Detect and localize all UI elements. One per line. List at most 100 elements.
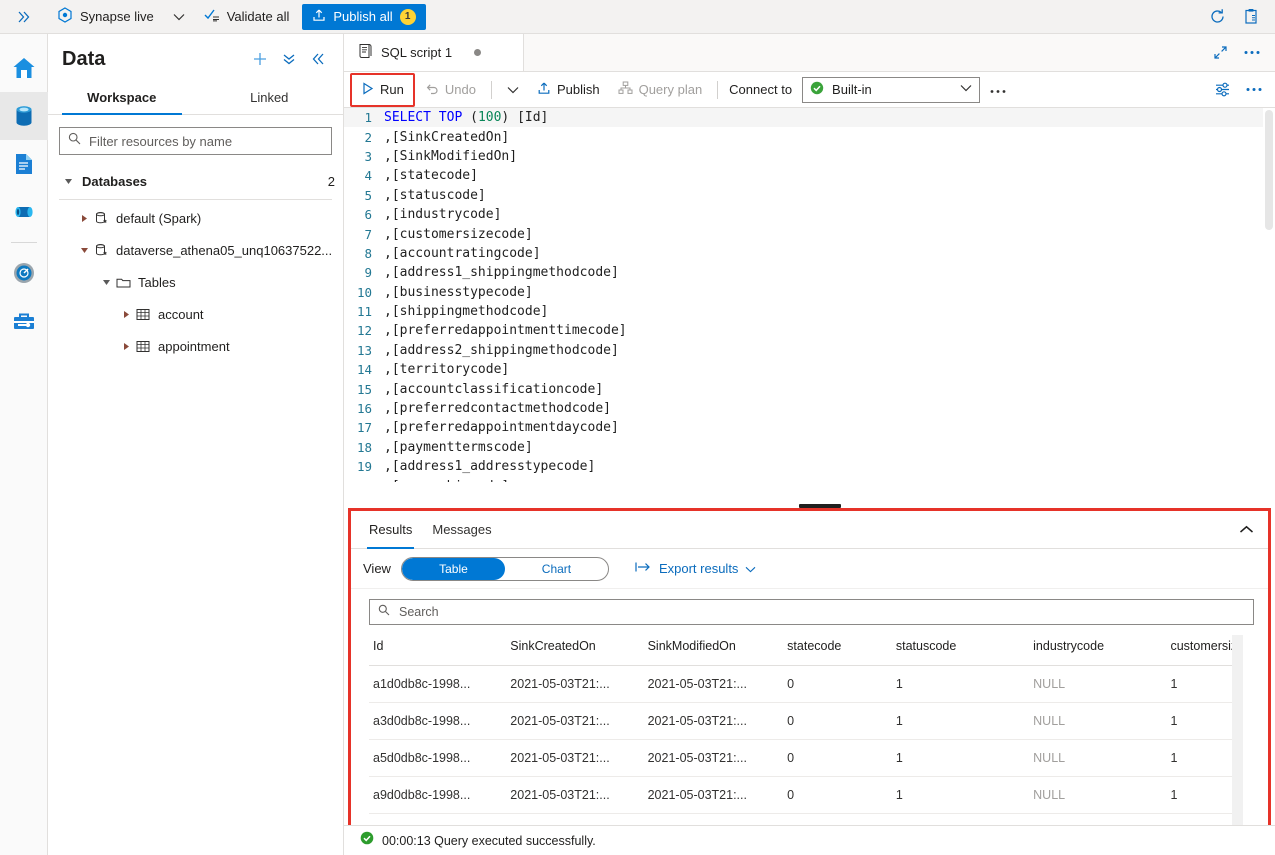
undo-button[interactable]: Undo bbox=[417, 76, 484, 104]
tab-messages[interactable]: Messages bbox=[422, 512, 501, 548]
column-header[interactable]: Id bbox=[369, 635, 507, 666]
undo-dropdown-chevron[interactable] bbox=[499, 76, 527, 104]
table-row[interactable]: a5d0db8c-1998... 2021-05-03T21:... 2021-… bbox=[369, 739, 1243, 777]
code-line: 14 ,[territorycode] bbox=[344, 360, 1275, 379]
chevron-up-icon[interactable] bbox=[1232, 516, 1260, 544]
expand-diagonal-icon[interactable] bbox=[1205, 38, 1235, 68]
validate-all-button[interactable]: Validate all bbox=[195, 0, 299, 34]
table-row[interactable]: a3d0db8c-1998... 2021-05-03T21:... 2021-… bbox=[369, 702, 1243, 740]
filter-resources-input[interactable] bbox=[87, 132, 323, 150]
column-header[interactable]: industrycode bbox=[1029, 635, 1167, 666]
line-number: 8 bbox=[364, 245, 372, 261]
tree-item-label: Tables bbox=[138, 274, 176, 290]
code-line: 9 ,[address1_shippingmethodcode] bbox=[344, 263, 1275, 282]
run-button[interactable]: Run bbox=[353, 76, 412, 104]
synapse-live-mode[interactable]: Synapse live bbox=[48, 0, 163, 34]
toolbox-icon[interactable] bbox=[0, 297, 48, 345]
sliders-icon[interactable] bbox=[1207, 75, 1237, 105]
export-icon bbox=[635, 561, 652, 576]
triangle-expanded-icon bbox=[76, 242, 92, 258]
ellipsis-icon[interactable] bbox=[1237, 38, 1267, 68]
tab-messages-label: Messages bbox=[432, 521, 492, 537]
cell-sinkmodifiedon: 2021-05-03T21:... bbox=[643, 702, 784, 740]
tab-workspace[interactable]: Workspace bbox=[48, 82, 196, 115]
data-panel: Data Workspace Linked Filter resources b… bbox=[48, 34, 344, 855]
view-option-table[interactable]: Table bbox=[401, 557, 505, 580]
code-line: 4 ,[statecode] bbox=[344, 166, 1275, 185]
code-scrollbar-thumb[interactable] bbox=[1265, 110, 1273, 230]
editor-tab-sql-script-1[interactable]: SQL script 1 bbox=[344, 34, 524, 71]
connection-more-button[interactable] bbox=[982, 76, 1014, 104]
results-vertical-scrollbar[interactable] bbox=[1232, 635, 1243, 831]
code-text: ,[SinkCreatedOn] bbox=[384, 129, 510, 145]
code-line: 5 ,[statuscode] bbox=[344, 186, 1275, 205]
code-text: ,[shippingmethodcode] bbox=[384, 304, 549, 320]
tree-group-count: 2 bbox=[327, 173, 335, 189]
chevron-down-icon[interactable] bbox=[163, 0, 195, 34]
chevron-double-right-icon[interactable] bbox=[0, 0, 48, 34]
line-number: 5 bbox=[364, 187, 372, 203]
publish-button[interactable]: Publish bbox=[529, 76, 608, 104]
column-header[interactable]: statuscode bbox=[891, 635, 1030, 666]
gauge-icon[interactable] bbox=[0, 249, 48, 297]
database-icon[interactable] bbox=[0, 92, 48, 140]
code-text: ,[statecode] bbox=[384, 168, 478, 184]
plus-icon[interactable] bbox=[247, 46, 273, 72]
results-search-input[interactable] bbox=[397, 604, 1245, 620]
cell-sinkcreatedon: 2021-05-03T21:... bbox=[506, 739, 644, 777]
column-header[interactable]: SinkModifiedOn bbox=[643, 635, 784, 666]
cell-id: a5d0db8c-1998... bbox=[369, 739, 507, 777]
table-row[interactable]: a9d0db8c-1998... 2021-05-03T21:... 2021-… bbox=[369, 776, 1243, 814]
code-text: ,[SinkModifiedOn] bbox=[384, 148, 518, 164]
table-row[interactable]: a1d0db8c-1998... 2021-05-03T21:... 2021-… bbox=[369, 665, 1243, 703]
document-icon[interactable] bbox=[0, 140, 48, 188]
command-bar-right-actions bbox=[1207, 75, 1269, 105]
code-line: 18 ,[paymenttermscode] bbox=[344, 438, 1275, 457]
filter-resources-field[interactable] bbox=[59, 127, 332, 155]
code-text: ,[address2_shippingmethodcode] bbox=[384, 342, 619, 358]
chevron-double-down-icon[interactable] bbox=[276, 46, 302, 72]
code-line: 8 ,[accountratingcode] bbox=[344, 244, 1275, 263]
tree-group-databases[interactable]: Databases 2 bbox=[48, 165, 343, 197]
cell-sinkcreatedon: 2021-05-03T21:... bbox=[506, 702, 644, 740]
view-option-chart[interactable]: Chart bbox=[505, 558, 608, 580]
tree-item-account[interactable]: account bbox=[48, 298, 343, 330]
cell-sinkmodifiedon: 2021-05-03T21:... bbox=[643, 776, 784, 814]
cell-sinkmodifiedon: 2021-05-03T21:... bbox=[643, 665, 784, 703]
code-text: ,[statuscode] bbox=[384, 187, 486, 203]
chevron-double-left-icon[interactable] bbox=[305, 46, 331, 72]
tab-workspace-label: Workspace bbox=[87, 90, 157, 105]
chevron-down-icon bbox=[745, 561, 756, 576]
tree-item-appointment[interactable]: appointment bbox=[48, 330, 343, 362]
editor-tab-actions bbox=[1205, 34, 1275, 71]
home-icon[interactable] bbox=[0, 44, 48, 92]
refresh-icon[interactable] bbox=[1201, 1, 1233, 33]
status-message: 00:00:13 Query executed successfully. bbox=[382, 833, 596, 848]
tab-results[interactable]: Results bbox=[359, 512, 422, 549]
column-header[interactable]: SinkCreatedOn bbox=[506, 635, 644, 666]
ellipsis-icon[interactable] bbox=[1239, 75, 1269, 105]
results-search-field[interactable] bbox=[369, 599, 1254, 625]
code-text: ,[customersizecode] bbox=[384, 226, 533, 242]
code-text: ,[businesstypecode] bbox=[384, 284, 533, 300]
tab-linked[interactable]: Linked bbox=[196, 82, 344, 114]
cell-id: a1d0db8c-1998... bbox=[369, 665, 507, 703]
code-line: 7 ,[customersizecode] bbox=[344, 224, 1275, 243]
line-number: 2 bbox=[364, 129, 372, 145]
connection-dropdown[interactable]: Built-in bbox=[802, 76, 981, 103]
tree-item-tables-folder[interactable]: Tables bbox=[48, 266, 343, 298]
sql-code-editor[interactable]: 1 SELECT TOP (100) [Id] 2 ,[SinkCreatedOn… bbox=[344, 108, 1275, 482]
editor-tab-strip: SQL script 1 bbox=[344, 34, 1275, 72]
line-number: 6 bbox=[364, 207, 372, 223]
export-results-button[interactable]: Export results bbox=[635, 561, 756, 576]
tree-item-dataverse-db[interactable]: dataverse_athena05_unq10637522... bbox=[48, 234, 343, 266]
clipboard-icon[interactable] bbox=[1235, 1, 1267, 33]
publish-all-button[interactable]: Publish all 1 bbox=[302, 3, 426, 30]
pipeline-icon[interactable] bbox=[0, 188, 48, 236]
code-vertical-scrollbar[interactable] bbox=[1263, 108, 1275, 482]
query-plan-button[interactable]: Query plan bbox=[610, 76, 711, 104]
column-header[interactable]: statecode bbox=[783, 635, 892, 666]
unsaved-indicator-dot bbox=[474, 49, 482, 56]
tree-item-default-spark[interactable]: default (Spark) bbox=[48, 202, 343, 234]
line-number: 15 bbox=[356, 381, 372, 397]
